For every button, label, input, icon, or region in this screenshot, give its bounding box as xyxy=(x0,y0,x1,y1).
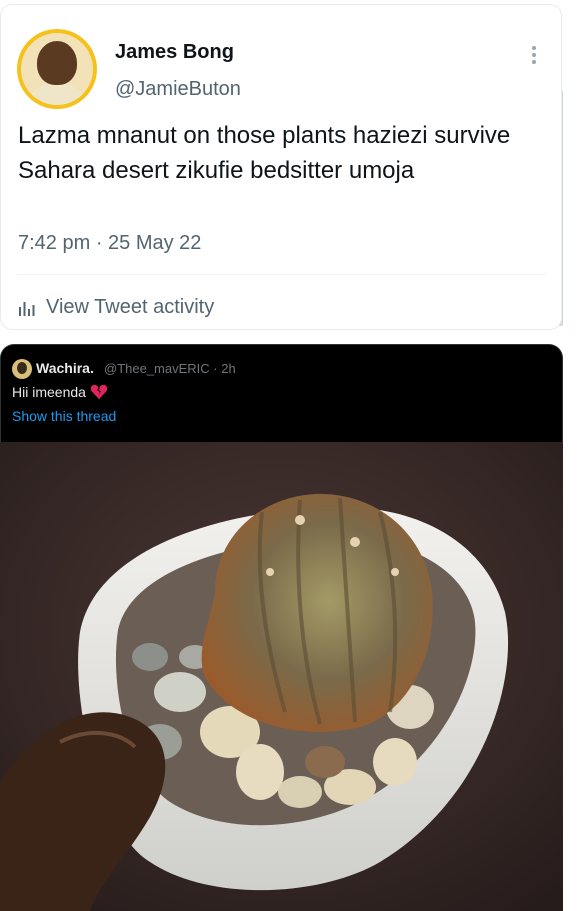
reply-text: Hii imeenda xyxy=(12,384,86,400)
reply-meta: @Thee_mavERIC · 2h xyxy=(104,361,236,376)
reply-author-name[interactable]: Wachira. xyxy=(36,360,94,376)
tweet-card: James Bong @JamieButon Lazma mnanut on t… xyxy=(0,4,562,330)
reply-text-row: Hii imeenda xyxy=(12,384,108,400)
author-handle[interactable]: @JamieButon xyxy=(115,78,241,101)
reply-card[interactable]: Wachira. @Thee_mavERIC · 2h Hii imeenda … xyxy=(0,344,563,442)
tweet-timestamp[interactable]: 7:42 pm · 25 May 22 xyxy=(18,232,201,255)
reply-avatar[interactable] xyxy=(12,359,32,379)
divider xyxy=(18,274,546,275)
show-thread-link[interactable]: Show this thread xyxy=(12,408,116,424)
more-vertical-icon[interactable] xyxy=(527,43,541,67)
broken-heart-icon xyxy=(90,384,108,400)
view-tweet-activity-link[interactable]: View Tweet activity xyxy=(18,296,214,319)
activity-label: View Tweet activity xyxy=(46,296,215,318)
bar-chart-icon xyxy=(19,301,35,316)
author-name[interactable]: James Bong xyxy=(115,41,234,64)
avatar[interactable] xyxy=(17,29,97,109)
tweet-text: Lazma mnanut on those plants haziezi sur… xyxy=(18,122,511,184)
tweet-photo[interactable] xyxy=(0,442,563,911)
cactus-pot-image xyxy=(0,442,563,911)
